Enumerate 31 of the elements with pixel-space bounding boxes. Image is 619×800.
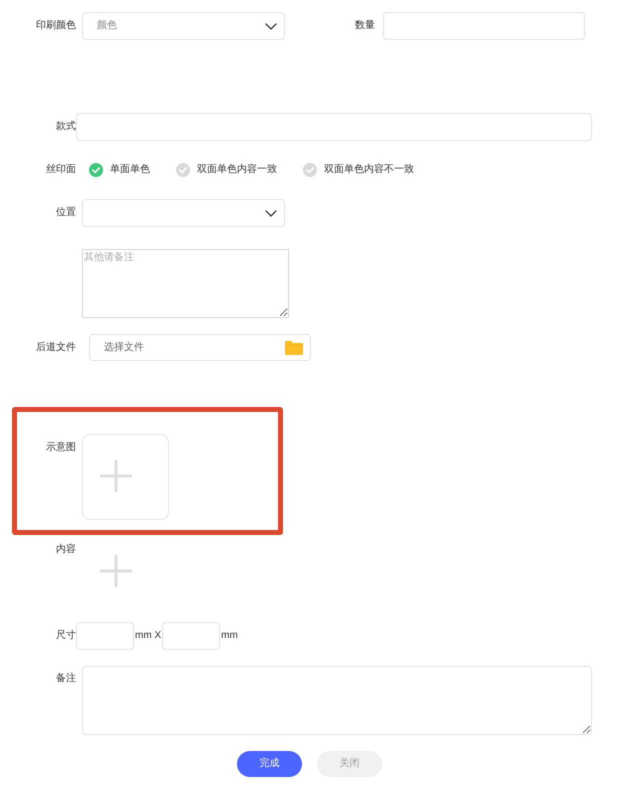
dropdown[interactable] [82,199,285,227]
field-label: 丝印面 [45,163,76,177]
input-field[interactable] [383,12,585,40]
input-field[interactable] [76,113,592,141]
radio-option[interactable]: 双面单色内容一致 [176,163,277,177]
field-label: 数量 [355,19,375,33]
unit-label: mm X [135,629,162,643]
field-label: 备注 [55,672,76,686]
chevron-down-icon [265,210,277,216]
folder-icon [285,340,303,354]
field-label: 示意图 [45,441,76,455]
field-label: 内容 [55,543,76,557]
chevron-down-icon [265,22,277,30]
unit-label: mm [221,629,238,643]
input-field[interactable] [162,622,220,650]
textarea-field[interactable] [82,666,592,735]
radio-option[interactable]: 单面单色 [89,163,150,177]
field-label: 位置 [55,206,76,220]
add-icon[interactable] [100,555,132,587]
textarea-field[interactable]: 其他请备注 [82,249,289,318]
field-label: 后道文件 [35,340,76,354]
primary-button[interactable]: 完成 [237,751,302,777]
upload-box[interactable] [82,434,169,520]
radio-option[interactable]: 双面单色内容不一致 [303,163,414,177]
plus-icon [100,460,132,492]
file-picker[interactable]: 选择文件 [89,334,311,361]
field-label: 印刷颜色 [35,19,76,33]
input-field[interactable] [76,622,134,650]
dropdown[interactable]: 颜色 [82,12,285,40]
field-label: 尺寸 [55,629,76,643]
field-label: 款式 [55,120,76,134]
